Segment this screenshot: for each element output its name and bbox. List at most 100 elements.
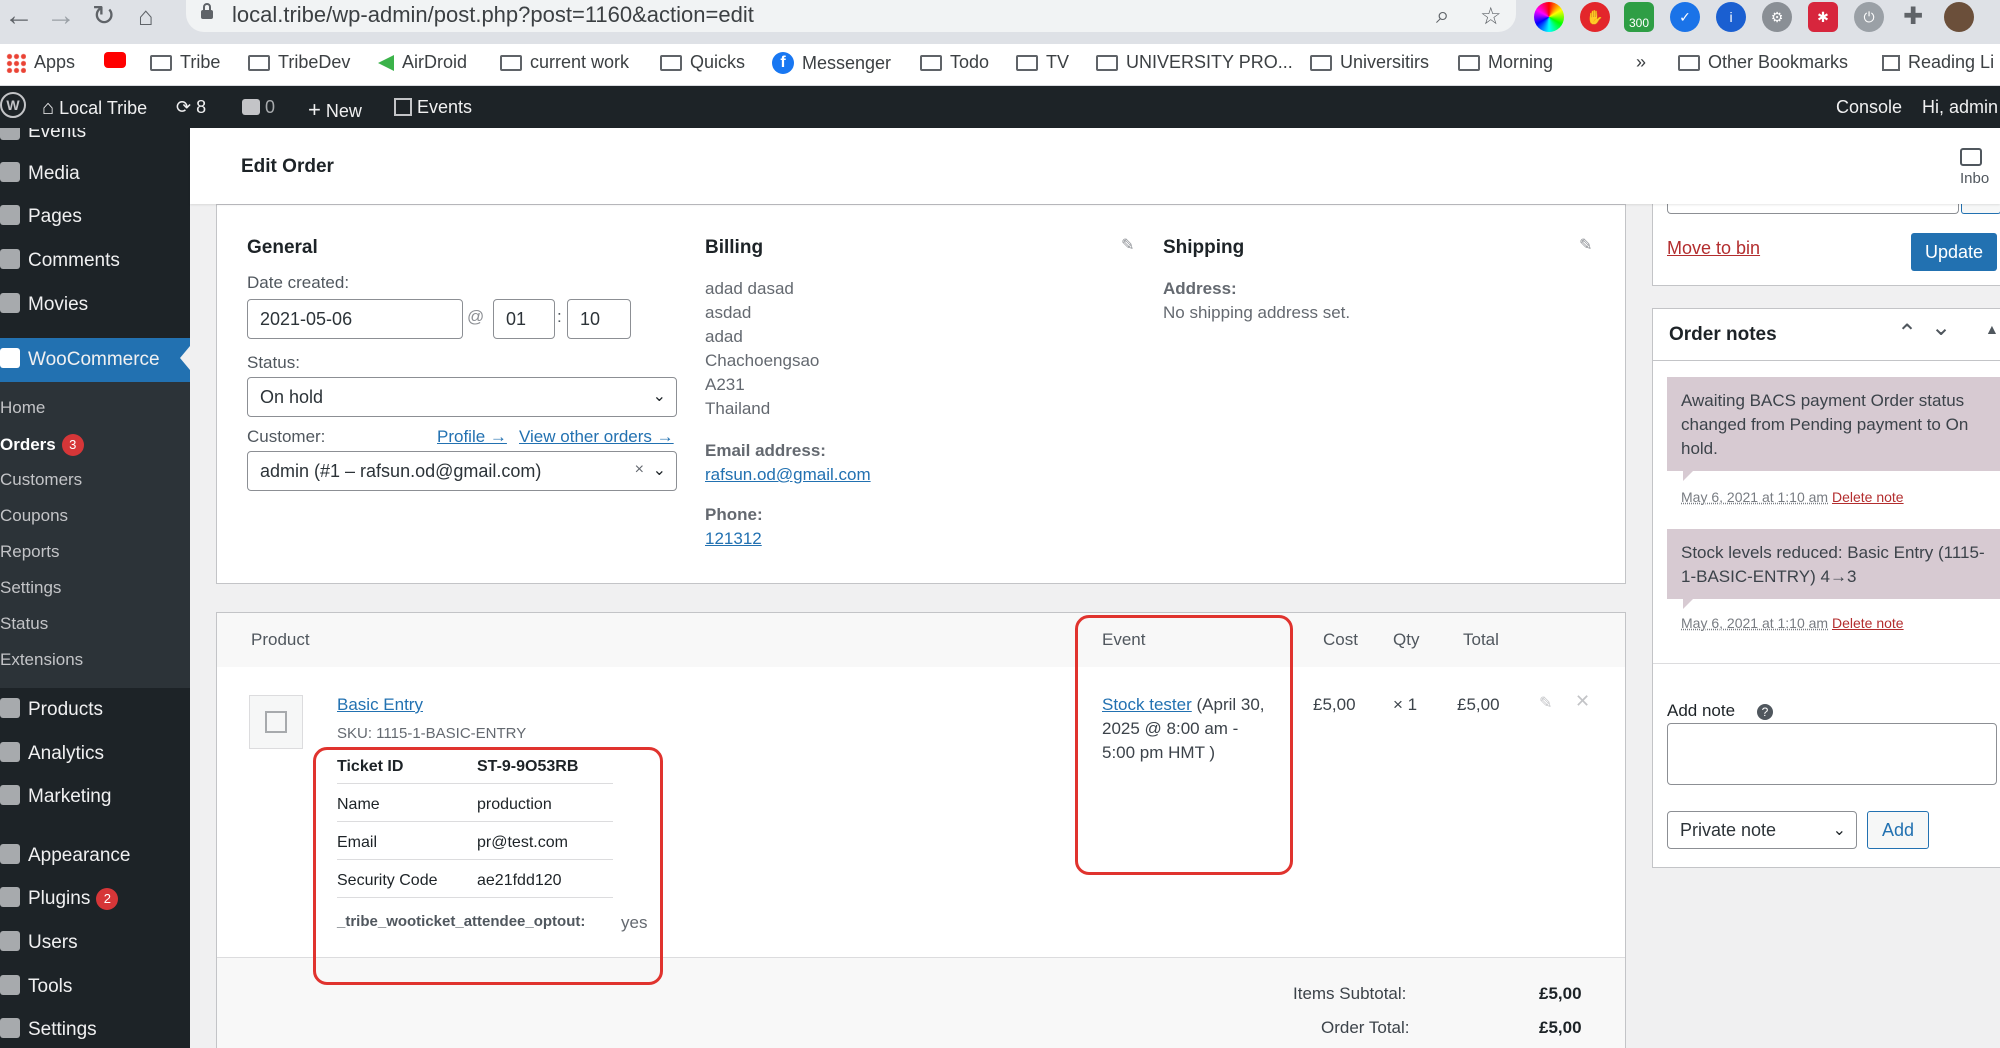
- wordpress-logo-icon[interactable]: W: [0, 92, 26, 118]
- sidebar-item-users[interactable]: Users: [0, 931, 190, 954]
- bug-extension-icon[interactable]: ✱: [1808, 2, 1838, 32]
- minute-input[interactable]: 10: [567, 299, 631, 339]
- bookmark-current-work[interactable]: current work: [500, 52, 629, 73]
- note-type-select[interactable]: Private note ⌄: [1667, 811, 1857, 849]
- star-icon[interactable]: ☆: [1480, 2, 1502, 31]
- add-note-button[interactable]: Add: [1867, 811, 1930, 849]
- bookmark-tribe[interactable]: Tribe: [150, 52, 220, 73]
- sidebar-item-label: Settings: [28, 1019, 97, 1040]
- site-home-link[interactable]: ⌂ Local Tribe: [42, 97, 147, 120]
- sidebar-item-media[interactable]: Media: [0, 162, 190, 185]
- puzzle-icon[interactable]: ✚: [1898, 2, 1928, 32]
- bookmark-airdroid[interactable]: AirDroid: [378, 52, 467, 73]
- counter-extension-icon[interactable]: 300: [1624, 2, 1654, 32]
- bookmarks-more-button[interactable]: »: [1636, 52, 1646, 73]
- product-name-link[interactable]: Basic Entry: [337, 695, 423, 715]
- add-note-textarea[interactable]: [1667, 723, 1997, 785]
- hour-input[interactable]: 01: [493, 299, 555, 339]
- bookmark-morning[interactable]: Morning: [1458, 52, 1553, 73]
- sidebar-item-settings[interactable]: Settings: [0, 1018, 190, 1041]
- billing-phone-link[interactable]: 121312: [705, 529, 762, 549]
- updates-link[interactable]: ⟳ 8: [176, 97, 206, 118]
- customer-profile-link[interactable]: Profile →: [437, 427, 507, 447]
- sidebar-item-plugins[interactable]: Plugins 2: [0, 887, 190, 910]
- bookmark-apps[interactable]: Apps: [6, 52, 75, 73]
- forward-arrow-icon[interactable]: →: [46, 1, 76, 31]
- move-up-chevron-icon[interactable]: ⌃: [1897, 319, 1917, 348]
- bookmark-quicks[interactable]: Quicks: [660, 52, 745, 73]
- adblock-icon[interactable]: ✋: [1580, 2, 1610, 32]
- plug-icon: [0, 887, 20, 907]
- edit-shipping-pencil-icon[interactable]: ✎: [1579, 235, 1592, 255]
- address-bar[interactable]: local.tribe/wp-admin/post.php?post=1160&…: [186, 0, 1516, 32]
- bookmark-tv[interactable]: TV: [1016, 52, 1069, 73]
- gear-extension-icon[interactable]: ⚙: [1762, 2, 1792, 32]
- back-arrow-icon[interactable]: ←: [4, 1, 34, 31]
- sidebar-item-marketing[interactable]: Marketing: [0, 785, 190, 808]
- delete-note-link[interactable]: Delete note: [1832, 615, 1904, 631]
- delete-note-link[interactable]: Delete note: [1832, 489, 1904, 505]
- submenu-customers[interactable]: Customers: [0, 470, 82, 490]
- date-created-input[interactable]: 2021-05-06: [247, 299, 463, 339]
- new-content-link[interactable]: + New: [308, 97, 362, 123]
- billing-email-link[interactable]: rafsun.od@gmail.com: [705, 465, 871, 485]
- submenu-extensions[interactable]: Extensions: [0, 650, 83, 670]
- color-extension-icon[interactable]: [1534, 2, 1564, 32]
- home-icon[interactable]: ⌂: [138, 2, 154, 30]
- time-colon: :: [557, 307, 562, 326]
- console-link[interactable]: Console: [1836, 97, 1902, 118]
- edit-billing-pencil-icon[interactable]: ✎: [1121, 235, 1134, 255]
- sidebar-item-analytics[interactable]: Analytics: [0, 742, 190, 765]
- clear-customer-icon[interactable]: ×: [635, 461, 644, 479]
- view-other-orders-link[interactable]: View other orders →: [519, 427, 674, 447]
- customer-select[interactable]: admin (#1 – rafsun.od@gmail.com) × ⌄: [247, 451, 677, 491]
- delete-item-close-icon[interactable]: ✕: [1575, 691, 1590, 712]
- collapse-triangle-icon[interactable]: ▲: [1985, 321, 1999, 337]
- submenu-home[interactable]: Home: [0, 398, 45, 418]
- bookmark-todo[interactable]: Todo: [920, 52, 989, 73]
- check-extension-icon[interactable]: ✓: [1670, 2, 1700, 32]
- bookmark-university[interactable]: UNIVERSITY PRO...: [1096, 52, 1293, 73]
- status-select[interactable]: On hold ⌄: [247, 377, 677, 417]
- bookmark-label: Quicks: [690, 52, 746, 72]
- bookmark-label: current work: [530, 52, 630, 72]
- bookmark-other[interactable]: Other Bookmarks: [1678, 52, 1848, 73]
- inbox-button[interactable]: Inbo: [1960, 148, 2000, 187]
- profile-avatar[interactable]: [1944, 2, 1974, 32]
- sidebar-item-woocommerce[interactable]: WooCommerce: [0, 338, 190, 382]
- bookmark-label: TV: [1046, 52, 1070, 72]
- sidebar-item-appearance[interactable]: Appearance: [0, 844, 190, 867]
- events-link[interactable]: Events: [394, 97, 472, 118]
- reload-icon[interactable]: ↻: [92, 2, 115, 30]
- zoom-icon[interactable]: ⌕: [1436, 2, 1449, 30]
- submenu-status[interactable]: Status: [0, 614, 48, 634]
- account-menu[interactable]: Hi, admin: [1922, 97, 1998, 118]
- url-text: local.tribe/wp-admin/post.php?post=1160&…: [232, 2, 754, 27]
- submenu-coupons[interactable]: Coupons: [0, 506, 68, 526]
- update-button[interactable]: Update: [1911, 233, 1998, 271]
- bookmark-universitirs[interactable]: Universitirs: [1310, 52, 1429, 73]
- sidebar-item-tools[interactable]: Tools: [0, 975, 190, 998]
- sidebar-item-events[interactable]: Events: [0, 128, 190, 143]
- move-down-chevron-icon[interactable]: ⌄: [1931, 313, 1951, 342]
- bookmark-messenger[interactable]: f Messenger: [772, 52, 891, 74]
- submenu-settings[interactable]: Settings: [0, 578, 61, 598]
- power-extension-icon[interactable]: ⏻: [1854, 2, 1884, 32]
- sidebar-item-movies[interactable]: Movies: [0, 293, 190, 316]
- reading-list[interactable]: Reading Li: [1882, 52, 1994, 73]
- submenu-orders[interactable]: Orders 3: [0, 434, 84, 456]
- edit-item-pencil-icon[interactable]: ✎: [1539, 693, 1552, 713]
- comment-bubble-icon: [242, 99, 260, 115]
- sidebar-item-pages[interactable]: Pages: [0, 205, 190, 228]
- folder-icon: [1310, 54, 1332, 71]
- sidebar-item-products[interactable]: Products: [0, 698, 190, 721]
- bookmark-tribedev[interactable]: TribeDev: [248, 52, 350, 73]
- bookmark-youtube[interactable]: [104, 52, 126, 68]
- comments-icon: [0, 249, 20, 269]
- comments-link[interactable]: 0: [242, 97, 275, 118]
- submenu-reports[interactable]: Reports: [0, 542, 60, 562]
- info-extension-icon[interactable]: i: [1716, 2, 1746, 32]
- move-to-bin-link[interactable]: Move to bin: [1667, 238, 1760, 259]
- sidebar-item-comments[interactable]: Comments: [0, 249, 190, 272]
- help-icon[interactable]: ?: [1757, 704, 1773, 720]
